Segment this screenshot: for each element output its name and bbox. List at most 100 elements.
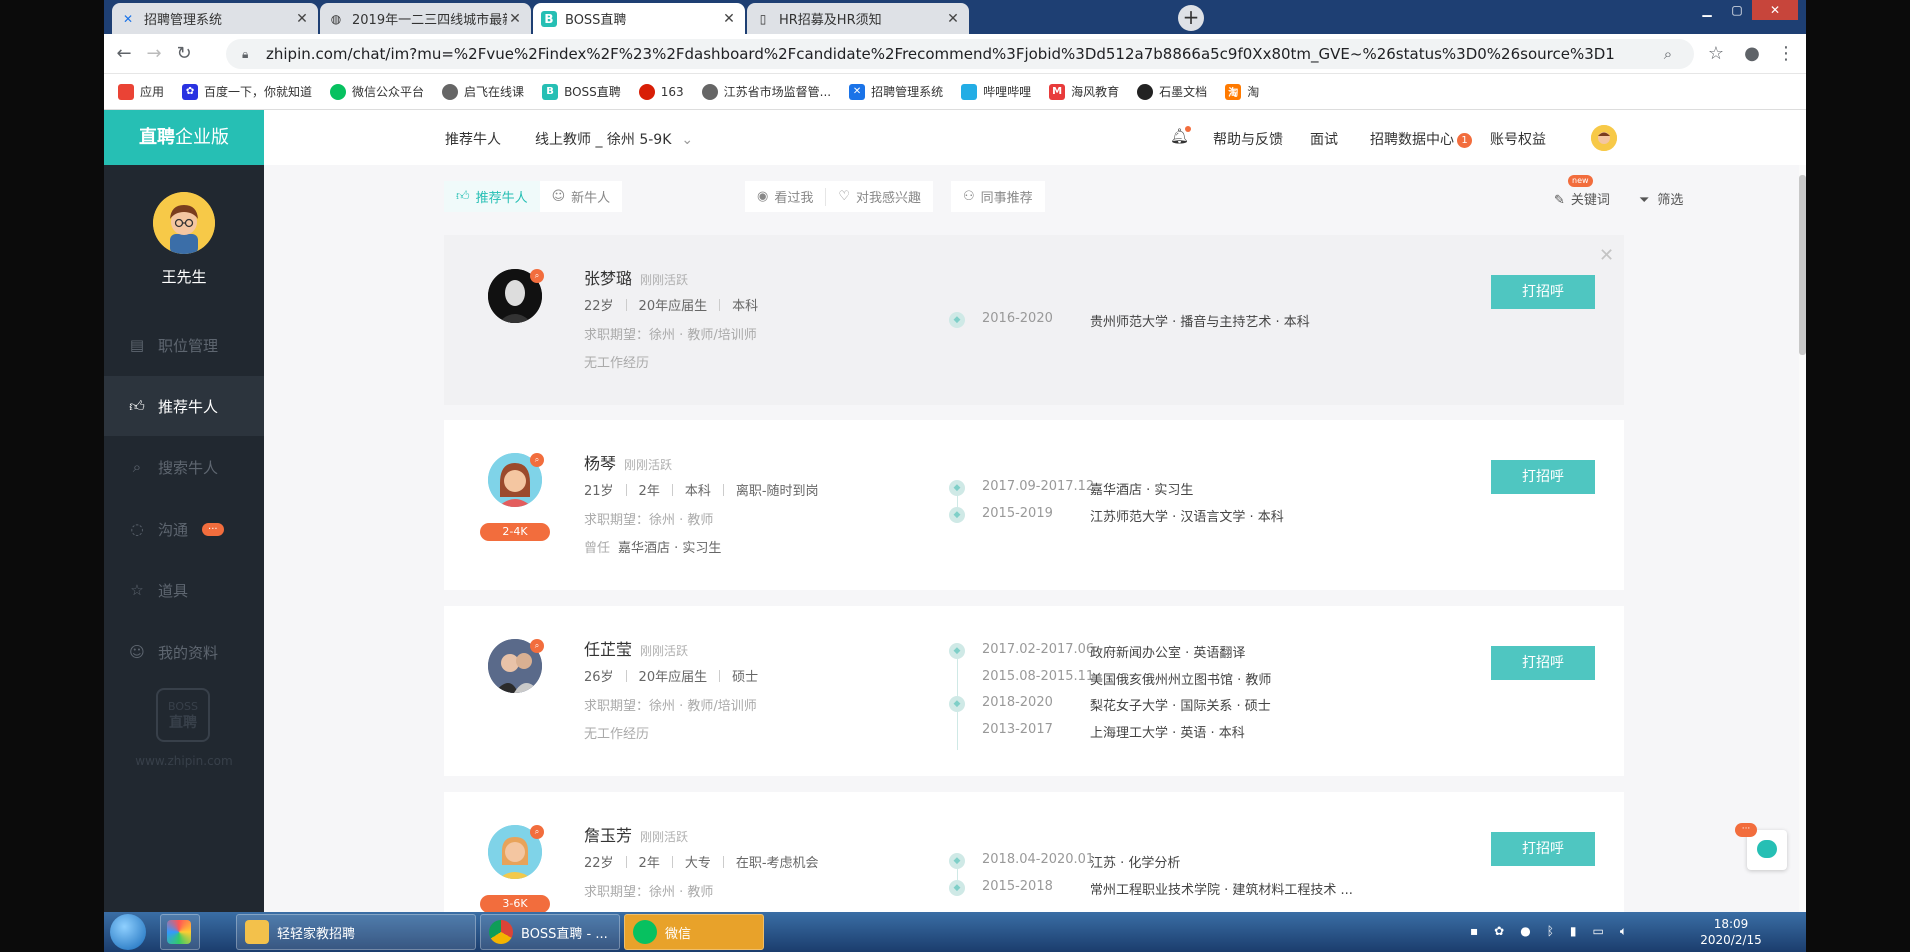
bookmark-taobao[interactable]: 淘淘 [1225, 83, 1259, 100]
bookmark-baidu[interactable]: ✿ 百度一下，你就知道 [182, 83, 312, 100]
bookmark-163[interactable]: 163 [638, 83, 684, 100]
job-selector[interactable]: 线上教师 _ 徐州 5-9K ⌄ [535, 129, 693, 149]
greet-button[interactable]: 打招呼 [1491, 275, 1595, 309]
scrollbar-thumb[interactable] [1799, 175, 1806, 355]
bookmark-boss[interactable]: B BOSS直聘 [542, 83, 621, 100]
user-avatar-small[interactable] [1591, 125, 1617, 151]
search-icon: ⌕ [132, 458, 142, 476]
close-icon[interactable]: ✕ [1599, 245, 1614, 266]
candidate-card[interactable]: ⌕ 张梦璐 刚刚活跃 22岁 20年应届生 本科 求职期望：徐州 · 教师/培训师… [444, 235, 1624, 405]
browser-tab-bar: ✕ 招聘管理系统 ✕ ◍ 2019年一二三四线城市最新排名 ✕ B BOSS直聘… [104, 0, 1806, 34]
taskbar-item-explorer[interactable]: 轻轻家教招聘 [236, 914, 476, 950]
user-name: 王先生 [161, 268, 207, 286]
network-icon[interactable]: ▮ [1570, 924, 1577, 952]
star-icon[interactable]: ☆ [1704, 42, 1728, 66]
tray-yellow-icon[interactable]: ● [1520, 924, 1530, 952]
account-link[interactable]: 账号权益 [1490, 129, 1546, 149]
chat-badge: ··· [202, 522, 224, 536]
timeline-date: 2015-2019 [982, 506, 1053, 521]
sidebar-item-recommend[interactable]: 👍︎ 推荐牛人 [104, 376, 264, 436]
bookmark-jiangsu[interactable]: 江苏省市场监督管... [701, 83, 831, 100]
bookmark-wechat-mp[interactable]: 微信公众平台 [330, 83, 424, 100]
taskbar-item-wechat[interactable]: 微信 [624, 914, 764, 950]
menu-dots-icon[interactable]: ⋮ [1774, 42, 1798, 66]
maximize-button[interactable]: ▢ [1722, 0, 1752, 20]
data-center-link[interactable]: 招聘数据中心 1 [1370, 129, 1472, 149]
bookmark-label: 163 [660, 84, 684, 99]
candidate-card[interactable]: ⌕ 任芷莹 刚刚活跃 26岁 20年应届生 硕士 求职期望：徐州 · 教师/培训师… [444, 606, 1624, 776]
taskbar-label: 微信 [665, 926, 692, 942]
expect-label: 求职期望： [584, 885, 650, 900]
tab-colleague[interactable]: ⚇ 同事推荐 [951, 181, 1045, 212]
close-icon[interactable]: ✕ [945, 11, 961, 27]
bookmark-label: 招聘管理系统 [871, 85, 944, 99]
expect-value: 徐州 · 教师 [649, 513, 714, 528]
tab-interested[interactable]: ♡ 对我感兴趣 [826, 181, 933, 212]
timeline-text: 上海理工大学 · 英语 · 本科 [1090, 726, 1245, 741]
sidebar-item-search[interactable]: ⌕ 搜索牛人 [104, 437, 264, 497]
candidate-name: 杨琴 [584, 454, 617, 473]
interest-tabs: ◉ 看过我 ♡ 对我感兴趣 [745, 181, 934, 212]
bookmark-apps[interactable]: 应用 [118, 83, 164, 100]
browser-tab[interactable]: ▯ HR招募及HR须知 ✕ [747, 3, 969, 34]
forward-arrow-icon[interactable]: → [142, 42, 166, 66]
greet-button[interactable]: 打招呼 [1491, 832, 1595, 866]
graduation-icon: ◆ [949, 696, 965, 712]
browser-tab-active[interactable]: B BOSS直聘 ✕ [533, 3, 745, 34]
filter-button[interactable]: ⏷ 筛选 [1639, 189, 1683, 208]
back-arrow-icon[interactable]: ← [112, 42, 136, 66]
close-icon[interactable]: ✕ [507, 11, 523, 27]
system-clock[interactable]: 18:09 2020/2/15 [1698, 916, 1764, 948]
sidebar-item-label: 职位管理 [158, 336, 219, 355]
bookmark-label: 应用 [140, 85, 165, 99]
tray-app-icon[interactable]: ▪ [1470, 924, 1478, 952]
taskbar-app-pinned[interactable] [160, 914, 200, 950]
sidebar-item-profile[interactable]: ☺ 我的资料 [104, 622, 264, 682]
sidebar-item-tools[interactable]: ☆ 道具 [104, 560, 264, 620]
reload-icon[interactable]: ↻ [172, 42, 196, 66]
wechat-icon [633, 920, 657, 944]
taskbar-item-chrome[interactable]: BOSS直聘 - ... [480, 914, 620, 950]
profile-icon[interactable]: ● [1740, 42, 1764, 66]
close-icon[interactable]: ✕ [294, 11, 310, 27]
bluetooth-icon[interactable]: ᛒ [1547, 924, 1554, 952]
new-tab-button[interactable]: + [1178, 5, 1204, 31]
avatar-illustration [1591, 125, 1617, 151]
bookmark-recruit-system[interactable]: ✕ 招聘管理系统 [849, 83, 943, 100]
browser-tab[interactable]: ✕ 招聘管理系统 ✕ [112, 3, 318, 34]
start-button[interactable] [110, 914, 146, 950]
sidebar-item-chat[interactable]: ◌ 沟通 ··· [104, 499, 264, 559]
candidate-card[interactable]: ⌕ 2-4K 杨琴 刚刚活跃 21岁 2年 本科 离职-随时到岗 求职期望：徐州 … [444, 420, 1624, 590]
taobao-icon: 淘 [1225, 83, 1242, 100]
monitor-icon[interactable]: ▭ [1593, 924, 1604, 952]
brand-logo[interactable]: 直聘企业版 [104, 110, 264, 165]
chat-float-button[interactable]: ··· [1735, 823, 1787, 870]
greet-button[interactable]: 打招呼 [1491, 646, 1595, 680]
bookmark-qifei[interactable]: 启飞在线课 [442, 83, 524, 100]
tray-flower-icon[interactable]: ✿ [1494, 924, 1504, 952]
keyword-filter[interactable]: ✎ 关键词 [1554, 189, 1610, 208]
meta-degree: 本科 [684, 484, 711, 499]
scrollbar[interactable] [1799, 165, 1806, 952]
candidate-name: 张梦璐 [584, 269, 633, 288]
user-avatar[interactable] [153, 192, 215, 254]
help-link[interactable]: 帮助与反馈 [1213, 129, 1283, 149]
tab-title: BOSS直聘 [565, 13, 627, 28]
bookmark-haifeng[interactable]: M 海风教育 [1049, 83, 1119, 100]
tab-viewed-me[interactable]: ◉ 看过我 [745, 181, 825, 212]
interview-link[interactable]: 面试 [1310, 129, 1338, 149]
speaker-icon[interactable]: 🔈︎ [1620, 924, 1627, 952]
url-bar[interactable]: 🔒︎ zhipin.com/chat/im?mu=%2Fvue%2Findex%… [226, 39, 1694, 69]
sidebar-item-jobs[interactable]: ▤ 职位管理 [104, 315, 264, 375]
x-logo-icon: ✕ [122, 11, 134, 26]
greet-button[interactable]: 打招呼 [1491, 460, 1595, 494]
bookmark-shimo[interactable]: 石墨文档 [1137, 83, 1207, 100]
bookmark-bilibili[interactable]: 哔哩哔哩 [961, 83, 1031, 100]
minimize-button[interactable]: ▁ [1692, 0, 1722, 20]
tab-recommend[interactable]: 👍︎ 推荐牛人 [444, 181, 540, 212]
zoom-icon[interactable]: ⌕ [1656, 42, 1680, 66]
tab-new[interactable]: ☺ 新牛人 [540, 181, 623, 212]
close-icon[interactable]: ✕ [721, 11, 737, 27]
browser-tab[interactable]: ◍ 2019年一二三四线城市最新排名 ✕ [320, 3, 531, 34]
window-close-button[interactable]: ✕ [1752, 0, 1798, 20]
